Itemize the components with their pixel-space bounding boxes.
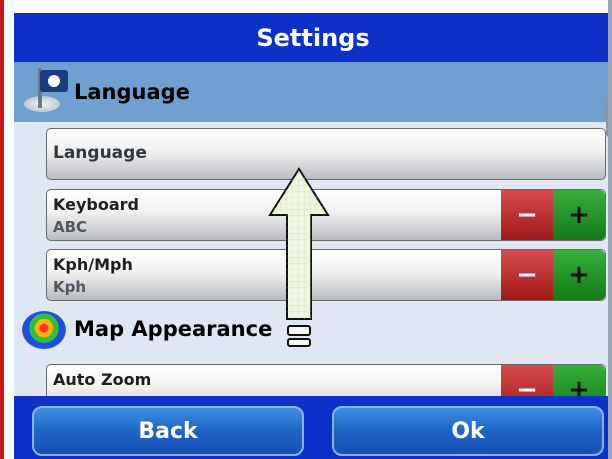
- settings-screen: Settings Language Language Keyboard ABC …: [0, 0, 612, 459]
- flag-icon: [18, 66, 70, 118]
- left-edge: [0, 0, 4, 459]
- speed-unit-value: Kph: [53, 278, 87, 296]
- ok-button-label: Ok: [451, 418, 485, 444]
- auto-zoom-row: Auto Zoom − +: [46, 364, 606, 396]
- page-title: Settings: [256, 23, 370, 52]
- title-bar: Settings: [14, 13, 612, 62]
- keyboard-row: Keyboard ABC − +: [46, 189, 606, 241]
- auto-zoom-label: Auto Zoom: [53, 370, 152, 389]
- settings-list[interactable]: Language Language Keyboard ABC − + Kph/M…: [14, 62, 612, 396]
- section-label-map-appearance: Map Appearance: [74, 317, 273, 341]
- keyboard-decrease-button[interactable]: −: [501, 190, 553, 240]
- keyboard-label: Keyboard: [53, 195, 139, 214]
- auto-zoom-increase-button[interactable]: +: [553, 365, 605, 396]
- section-header-map-appearance: Map Appearance: [14, 302, 612, 356]
- footer-bar: Back Ok: [14, 396, 612, 459]
- auto-zoom-decrease-button[interactable]: −: [501, 365, 553, 396]
- speed-unit-label: Kph/Mph: [53, 255, 133, 274]
- language-row[interactable]: Language: [46, 128, 606, 180]
- back-button-label: Back: [138, 418, 198, 444]
- ok-button[interactable]: Ok: [332, 406, 604, 456]
- speed-unit-row: Kph/Mph Kph − +: [46, 249, 606, 301]
- map-layers-icon: [18, 303, 70, 355]
- section-header-language: Language: [14, 62, 612, 122]
- language-row-label: Language: [53, 143, 147, 163]
- section-label-language: Language: [74, 80, 190, 104]
- speed-unit-decrease-button[interactable]: −: [501, 250, 553, 300]
- keyboard-value: ABC: [53, 218, 88, 236]
- keyboard-increase-button[interactable]: +: [553, 190, 605, 240]
- back-button[interactable]: Back: [32, 406, 304, 456]
- speed-unit-increase-button[interactable]: +: [553, 250, 605, 300]
- right-edge: [608, 0, 612, 459]
